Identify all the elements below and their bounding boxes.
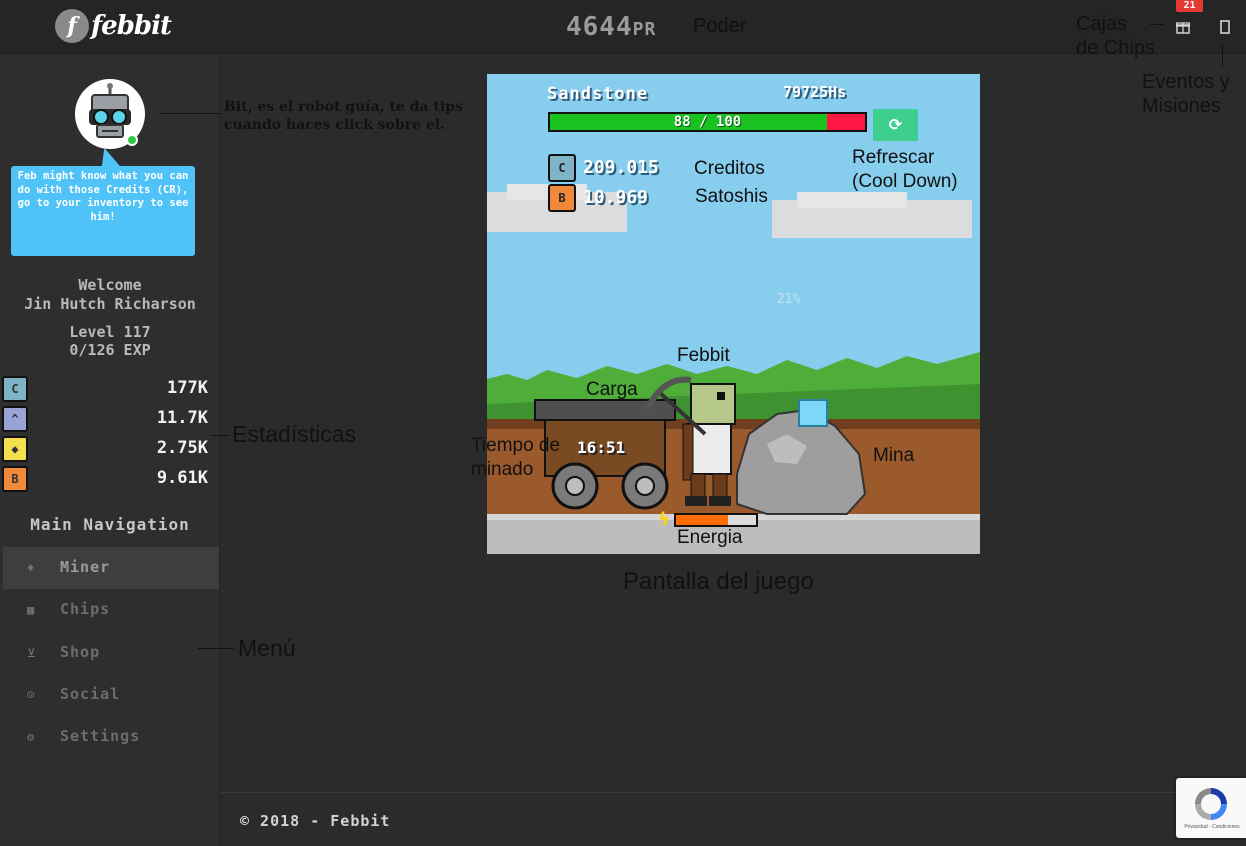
progress-text: 88 / 100 <box>673 114 742 130</box>
stats-pointer <box>212 435 230 436</box>
exp-text: 0/126 EXP <box>69 341 151 359</box>
nav-item-shop[interactable]: ⊻ Shop <box>3 632 219 674</box>
game-screen-caption: Pantalla del juego <box>623 568 814 595</box>
chip-boxes-annotation-2: de Chips <box>1076 37 1155 59</box>
nav-label: Settings <box>60 727 141 745</box>
game-screen[interactable]: Sandstone 79725Hs 88 / 100 ⟳ C 209.015 B… <box>487 74 980 554</box>
nav-label: Shop <box>60 643 101 661</box>
recaptcha-badge[interactable]: Privacidad - Condiciones <box>1176 778 1246 838</box>
recaptcha-icon <box>1195 788 1227 820</box>
energy-fill <box>676 515 728 525</box>
events-annotation-1: Eventos y <box>1142 71 1230 93</box>
events-annotation-2: Misiones <box>1142 95 1221 117</box>
wrench-icon: ⚙ <box>27 730 35 744</box>
chip-boxes-annotation-1: Cajas <box>1076 13 1128 35</box>
febbit-annotation: Febbit <box>677 345 730 366</box>
power-value: 4644 <box>566 12 633 42</box>
mining-time-annotation-1: Tiempo de <box>471 435 561 456</box>
bit-annotation-2: cuando haces click sobre el. <box>224 117 445 133</box>
nav-label: Miner <box>60 558 111 576</box>
cart-icon: ⊻ <box>27 646 36 660</box>
refresh-button[interactable]: ⟳ <box>873 109 918 141</box>
hashrate: 79725Hs <box>783 83 847 101</box>
satoshi-icon: B <box>2 466 28 492</box>
gift-count-badge: 21 <box>1176 0 1203 12</box>
mine-annotation: Mina <box>873 445 915 466</box>
logo-mark: f <box>55 9 89 43</box>
energy-bolt-icon: ϟ <box>658 509 670 530</box>
nav-item-settings[interactable]: ⚙ Settings <box>3 716 219 758</box>
satoshis-value: 10.969 <box>583 187 649 208</box>
game-scene <box>487 184 980 554</box>
top-bar: f febbit 4644PR <box>0 0 1246 54</box>
power-unit: PR <box>632 19 657 40</box>
satoshi-icon: B <box>548 184 576 212</box>
menu-annotation: Menú <box>238 635 296 661</box>
hashpower-icon: ^ <box>2 406 28 432</box>
stat-value: 2.75K <box>156 438 208 458</box>
events-icon[interactable] <box>1218 20 1232 36</box>
stat-value: 11.7K <box>156 408 208 428</box>
load-annotation: Carga <box>586 379 638 400</box>
stat-satoshis: B 9.61K <box>2 466 212 492</box>
bit-annotation-1: Bit, es el robot guía, te da tips <box>224 99 463 115</box>
mine-name: Sandstone <box>547 84 649 104</box>
stat-value: 9.61K <box>156 468 208 488</box>
mining-timer: 16:51 <box>577 438 626 457</box>
stat-value: 177K <box>167 378 208 398</box>
events-pointer <box>1222 44 1223 66</box>
sidebar: Feb might know what you can do with thos… <box>0 55 220 846</box>
stats-annotation: Estadísticas <box>232 421 356 447</box>
chip-boxes-pointer <box>1150 24 1164 25</box>
mine-progress-bar: 88 / 100 <box>548 112 867 132</box>
credits-annotation: Creditos <box>694 158 765 179</box>
credits-value: 209.015 <box>583 157 659 178</box>
energy-annotation: Energia <box>677 527 743 548</box>
refresh-annotation-1: Refrescar <box>852 147 935 168</box>
footer-divider <box>220 792 1246 793</box>
footer-copyright: © 2018 - Febbit <box>240 812 391 830</box>
nav-label: Social <box>60 685 121 703</box>
menu-pointer <box>198 648 234 649</box>
welcome-text: Welcome <box>78 276 142 294</box>
online-status-dot <box>126 134 138 146</box>
satoshis-annotation: Satoshis <box>695 186 768 207</box>
energy-bar <box>674 513 758 527</box>
refresh-annotation-2: (Cool Down) <box>852 171 958 192</box>
diamond-icon: ♦ <box>27 561 35 575</box>
febbit-logo[interactable]: f febbit <box>55 9 175 45</box>
recaptcha-links[interactable]: Privacidad - Condiciones <box>1180 824 1244 830</box>
bit-speech-bubble[interactable]: Feb might know what you can do with thos… <box>11 166 195 256</box>
nav-heading: Main Navigation <box>30 515 190 534</box>
nav-label: Chips <box>60 600 111 618</box>
level-text: Level 117 <box>69 323 151 341</box>
speech-bubble-tail <box>94 148 122 168</box>
users-icon: ☺ <box>27 688 35 702</box>
mine-percent: 21% <box>777 292 801 307</box>
gift-icon[interactable] <box>1174 20 1192 36</box>
username: Jin Hutch Richarson <box>24 295 196 313</box>
logo-text: febbit <box>91 11 172 41</box>
bit-pointer <box>160 113 220 114</box>
stat-hashpower: ^ 11.7K <box>2 406 212 432</box>
nav-item-chips[interactable]: ▦ Chips <box>3 589 219 631</box>
stat-gems: ◆ 2.75K <box>2 436 212 462</box>
power-display: 4644PR <box>566 12 656 42</box>
power-annotation: Poder <box>693 15 747 37</box>
nav-item-social[interactable]: ☺ Social <box>3 674 219 716</box>
grid-icon: ▦ <box>27 603 35 617</box>
credits-icon: C <box>2 376 28 402</box>
nav-item-miner[interactable]: ♦ Miner <box>3 547 219 589</box>
mining-time-annotation-2: minado <box>471 459 534 480</box>
stat-credits: C 177K <box>2 376 212 402</box>
credits-icon: C <box>548 154 576 182</box>
gem-icon: ◆ <box>2 436 28 462</box>
